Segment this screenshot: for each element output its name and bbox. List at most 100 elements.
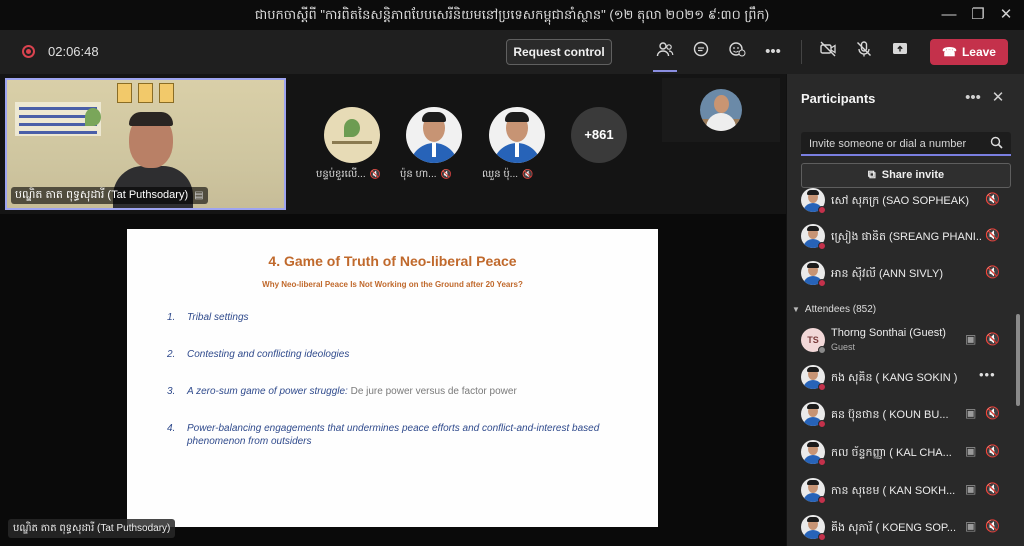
panel-more-icon[interactable]: ••• bbox=[963, 88, 983, 108]
mic-off-icon: 🔇 bbox=[985, 444, 1000, 458]
participant-tile-name: បន្ទប់ខួរលើ... 🔇 bbox=[316, 169, 381, 180]
participant-tile-name: ប៉ុន ហា... 🔇 bbox=[400, 169, 452, 180]
participant-row[interactable]: កល ច័ន្ទកញ្ញា ( KAL CHA... ▣ 🔇 bbox=[787, 435, 1024, 471]
camera-off-icon: ▣ bbox=[965, 482, 977, 496]
more-options-icon[interactable]: ••• bbox=[979, 367, 996, 382]
participant-avatar[interactable] bbox=[406, 107, 462, 163]
restore-icon[interactable]: ❐ bbox=[967, 4, 989, 26]
panel-close-icon[interactable]: ✕ bbox=[988, 88, 1008, 108]
window-title: ជាបកចាស្តីពី "ការពិតនៃសន្តិភាពបែបសេរីនិយ… bbox=[254, 7, 770, 22]
self-video[interactable] bbox=[662, 78, 780, 142]
participant-name: សៅ សុភក្រ (SAO SOPHEAK) bbox=[831, 195, 970, 207]
mic-off-icon: 🔇 bbox=[985, 406, 1000, 420]
participant-row[interactable]: កាន សុខេម ( KAN SOKH... ▣ 🔇 bbox=[787, 473, 1024, 509]
participant-avatar[interactable] bbox=[489, 107, 545, 163]
status-badge bbox=[818, 496, 826, 504]
participant-row[interactable]: TS Thorng Sonthai (Guest) Guest ▣ 🔇 bbox=[787, 323, 1024, 359]
participant-avatar[interactable] bbox=[324, 107, 380, 163]
share-icon: ⧉ bbox=[867, 169, 876, 181]
phone-hangup-icon: ☎ bbox=[942, 45, 957, 59]
status-badge bbox=[818, 458, 826, 466]
chevron-down-icon: ▼ bbox=[792, 305, 800, 314]
participants-icon[interactable] bbox=[653, 40, 677, 64]
toolbar-divider bbox=[801, 40, 802, 64]
status-badge bbox=[818, 242, 826, 250]
camera-off-icon[interactable] bbox=[816, 40, 840, 64]
presenter-name: បណ្ឌិត តាត ពុទ្ធសុដារី (Tat Puthsodary) bbox=[15, 189, 189, 201]
participant-role: Guest bbox=[831, 342, 856, 352]
slide-title: 4. Game of Truth of Neo-liberal Peace bbox=[268, 253, 517, 269]
attendees-section-header[interactable]: ▼ Attendees (852) bbox=[792, 304, 876, 315]
video-gallery: បណ្ឌិត តាត ពុទ្ធសុដារី (Tat Puthsodary) ▤… bbox=[0, 74, 786, 214]
participant-name: គន ប៊ុនថាន ( KOUN BU... bbox=[831, 409, 949, 421]
share-tray-icon[interactable] bbox=[888, 40, 912, 64]
status-badge bbox=[818, 279, 826, 287]
leave-button[interactable]: ☎ Leave bbox=[930, 39, 1008, 65]
participant-row[interactable]: សៅ សុភក្រ (SAO SOPHEAK) 🔇 bbox=[787, 183, 1024, 219]
more-icon[interactable]: ••• bbox=[761, 40, 785, 64]
mic-off-icon: 🔇 bbox=[522, 169, 534, 179]
title-bar: ជាបកចាស្តីពី "ការពិតនៃសន្តិភាពបែបសេរីនិយ… bbox=[0, 0, 1024, 30]
presenter-name-tag: បណ្ឌិត តាត ពុទ្ធសុដារី (Tat Puthsodary) ▤ bbox=[11, 187, 208, 204]
panel-title: Participants bbox=[801, 91, 876, 106]
mic-off-icon: 🔇 bbox=[440, 169, 452, 179]
mic-off-icon: 🔇 bbox=[985, 228, 1000, 242]
participant-name: គឹង សុភារី ( KOENG SOP... bbox=[831, 522, 957, 534]
participants-panel: Participants ••• ✕ ⧉Share invite សៅ សុភក… bbox=[786, 74, 1024, 546]
status-badge bbox=[818, 420, 826, 428]
participant-name: ស្រៀង ផានិត (SREANG PHANI... bbox=[831, 231, 981, 243]
meeting-stage: បណ្ឌិត តាត ពុទ្ធសុដារី (Tat Puthsodary) ▤… bbox=[0, 74, 786, 546]
presenter-video[interactable]: បណ្ឌិត តាត ពុទ្ធសុដារី (Tat Puthsodary) ▤ bbox=[5, 78, 286, 210]
backdrop-portrait bbox=[138, 83, 153, 103]
participant-name: កង សុគិន ( KANG SOKIN ) bbox=[831, 372, 958, 384]
invite-field bbox=[801, 132, 1011, 156]
participant-row[interactable]: គឹង សុភារី ( KOENG SOP... ▣ 🔇 bbox=[787, 510, 1024, 546]
chat-icon[interactable] bbox=[689, 40, 713, 64]
participant-name: កាន សុខេម ( KAN SOKH... bbox=[831, 485, 956, 497]
meeting-timer: 02:06:48 bbox=[48, 44, 99, 59]
participant-name: កល ច័ន្ទកញ្ញា ( KAL CHA... bbox=[831, 447, 952, 459]
minimize-icon[interactable]: — bbox=[938, 4, 960, 26]
reactions-icon[interactable] bbox=[725, 40, 749, 64]
more-participants-count[interactable]: +861 bbox=[571, 107, 627, 163]
participant-name: អាន ស៊ីវលី (ANN SIVLY) bbox=[831, 268, 943, 280]
pin-icon: ▤ bbox=[194, 190, 204, 201]
mic-off-icon: 🔇 bbox=[985, 192, 1000, 206]
participant-row[interactable]: កង សុគិន ( KANG SOKIN ) ••• bbox=[787, 360, 1024, 396]
screen-share-presenter-tag: បណ្ឌិត តាត ពុទ្ធសុដារី (Tat Puthsodary) bbox=[8, 519, 176, 538]
status-badge bbox=[818, 206, 826, 214]
mic-off-icon: 🔇 bbox=[369, 169, 381, 179]
request-control-button[interactable]: Request control bbox=[506, 39, 612, 65]
active-tab-indicator bbox=[653, 70, 677, 72]
mic-off-icon[interactable] bbox=[852, 40, 876, 64]
camera-off-icon: ▣ bbox=[965, 332, 977, 346]
invite-input[interactable] bbox=[809, 135, 984, 152]
participant-row[interactable]: គន ប៊ុនថាន ( KOUN BU... ▣ 🔇 bbox=[787, 397, 1024, 433]
recording-icon bbox=[22, 45, 35, 58]
backdrop-logo bbox=[85, 108, 101, 126]
participant-row[interactable]: អាន ស៊ីវលី (ANN SIVLY) 🔇 bbox=[787, 256, 1024, 292]
participant-tile-name: ឈួន ប៉ុ... 🔇 bbox=[482, 169, 534, 180]
status-badge bbox=[818, 533, 826, 541]
camera-off-icon: ▣ bbox=[965, 444, 977, 458]
backdrop-portrait bbox=[159, 83, 174, 103]
search-icon[interactable] bbox=[990, 136, 1003, 149]
shared-slide: 4. Game of Truth of Neo-liberal Peace Wh… bbox=[127, 229, 658, 527]
camera-off-icon: ▣ bbox=[965, 406, 977, 420]
self-avatar bbox=[700, 89, 742, 131]
camera-off-icon: ▣ bbox=[965, 519, 977, 533]
status-badge bbox=[818, 383, 826, 391]
slide-subtitle: Why Neo-liberal Peace Is Not Working on … bbox=[262, 280, 523, 289]
participants-scrollbar[interactable] bbox=[1016, 314, 1020, 406]
participant-row[interactable]: ស្រៀង ផានិត (SREANG PHANI... 🔇 bbox=[787, 219, 1024, 255]
mic-off-icon: 🔇 bbox=[985, 332, 1000, 346]
mic-off-icon: 🔇 bbox=[985, 265, 1000, 279]
participant-name: Thorng Sonthai (Guest) bbox=[831, 327, 946, 339]
mic-off-icon: 🔇 bbox=[985, 519, 1000, 533]
meeting-toolbar: 02:06:48 Request control ••• ☎ Leave bbox=[0, 30, 1024, 74]
status-badge bbox=[818, 346, 826, 354]
backdrop-portrait bbox=[117, 83, 132, 103]
close-icon[interactable]: ✕ bbox=[995, 4, 1017, 26]
mic-off-icon: 🔇 bbox=[985, 482, 1000, 496]
leave-label: Leave bbox=[961, 45, 996, 59]
